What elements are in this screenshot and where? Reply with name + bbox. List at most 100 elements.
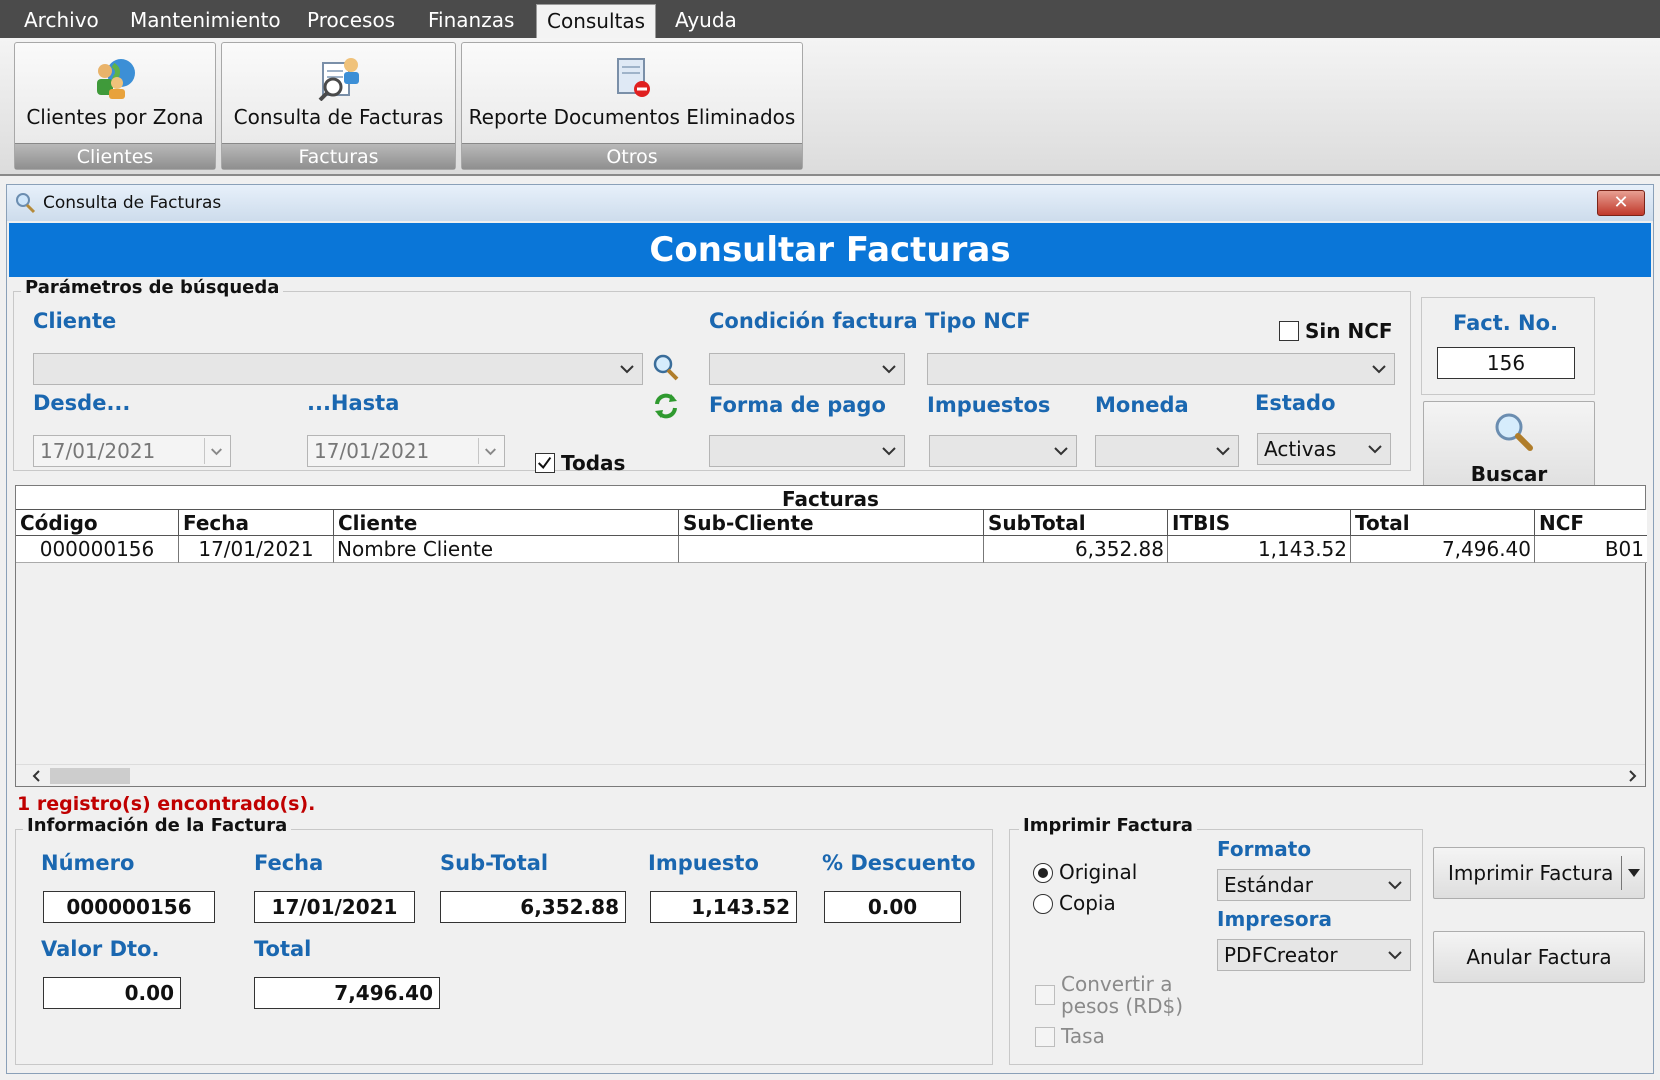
convertir-pesos-checkbox[interactable]: [1035, 985, 1055, 1005]
tipo-ncf-combo[interactable]: [927, 353, 1395, 385]
impuestos-combo[interactable]: [929, 435, 1077, 467]
ribbon-group-caption: Facturas: [222, 143, 455, 169]
scroll-right-icon[interactable]: [1623, 767, 1641, 785]
column-header-codigo[interactable]: Código: [16, 510, 179, 536]
menu-ayuda[interactable]: Ayuda: [675, 0, 737, 38]
forma-de-pago-combo[interactable]: [709, 435, 905, 467]
desde-date-picker[interactable]: 17/01/2021: [33, 435, 231, 467]
desde-value: 17/01/2021: [40, 439, 156, 463]
original-radio[interactable]: [1033, 863, 1053, 883]
impuesto-label: Impuesto: [648, 851, 759, 875]
reporte-documentos-eliminados-label: Reporte Documentos Eliminados: [468, 105, 796, 129]
radio-selected-dot: [1038, 868, 1048, 878]
hasta-date-picker[interactable]: 17/01/2021: [307, 435, 505, 467]
table-row-cell-sub-cliente[interactable]: [679, 536, 984, 563]
consulta-de-facturas-button[interactable]: Consulta de Facturas: [222, 43, 455, 143]
sub-total-field[interactable]: 6,352.88: [440, 891, 626, 923]
menu-finanzas[interactable]: Finanzas: [428, 0, 514, 38]
numero-label: Número: [41, 851, 135, 875]
anular-factura-button[interactable]: Anular Factura: [1433, 931, 1645, 983]
magnifier-icon: [16, 193, 36, 214]
invoice-search-icon: [318, 58, 359, 101]
impresora-value: PDFCreator: [1224, 943, 1338, 967]
table-row-cell-subtotal[interactable]: 6,352.88: [984, 536, 1168, 563]
estado-combo[interactable]: Activas: [1257, 433, 1391, 465]
impresora-combo[interactable]: PDFCreator: [1217, 939, 1411, 971]
fecha-label: Fecha: [254, 851, 324, 875]
dropdown-arrow-icon[interactable]: [1626, 866, 1642, 880]
menu-consultas[interactable]: Consultas: [536, 4, 657, 38]
ribbon-group-caption: Clientes: [15, 143, 215, 169]
tasa-checkbox[interactable]: [1035, 1027, 1055, 1047]
checkmark-icon: [537, 457, 552, 470]
tipo-ncf-label: Tipo NCF: [925, 309, 1031, 333]
estado-value: Activas: [1264, 437, 1337, 461]
numero-field[interactable]: 000000156: [43, 891, 215, 923]
table-row-cell-fecha[interactable]: 17/01/2021: [179, 536, 334, 563]
convertir-line1: Convertir a: [1061, 972, 1173, 996]
descuento-label: % Descuento: [822, 851, 976, 875]
column-header-ncf[interactable]: NCF: [1535, 510, 1647, 536]
hasta-label: ...Hasta: [307, 391, 400, 415]
cliente-combo[interactable]: [33, 353, 643, 385]
imprimir-factura-button[interactable]: Imprimir Factura: [1433, 847, 1645, 899]
convertir-line2: pesos (RD$): [1061, 994, 1184, 1018]
clientes-por-zona-label: Clientes por Zona: [26, 105, 204, 129]
clientes-por-zona-button[interactable]: Clientes por Zona: [15, 43, 215, 143]
table-row-cell-total[interactable]: 7,496.40: [1351, 536, 1535, 563]
copia-radio[interactable]: [1033, 894, 1053, 914]
table-row-cell-ncf[interactable]: B01: [1535, 536, 1647, 563]
records-found-text: 1 registro(s) encontrado(s).: [17, 793, 316, 815]
impuesto-field[interactable]: 1,143.52: [650, 891, 797, 923]
ribbon-group-clientes: Clientes por Zona Clientes: [14, 42, 216, 170]
column-header-cliente[interactable]: Cliente: [334, 510, 679, 536]
valor-dto-label: Valor Dto.: [41, 937, 160, 961]
consulta-facturas-window: Consulta de Facturas ✕ Consultar Factura…: [6, 184, 1654, 1074]
menu-mantenimiento[interactable]: Mantenimiento: [130, 0, 281, 38]
column-header-sub-cliente[interactable]: Sub-Cliente: [679, 510, 984, 536]
chevron-down-icon: [620, 365, 634, 374]
table-row-cell-itbis[interactable]: 1,143.52: [1168, 536, 1351, 563]
sin-ncf-checkbox[interactable]: [1279, 321, 1299, 341]
moneda-combo[interactable]: [1095, 435, 1239, 467]
table-row-cell-codigo[interactable]: 000000156: [16, 536, 179, 563]
column-header-itbis[interactable]: ITBIS: [1168, 510, 1351, 536]
scroll-left-icon[interactable]: [28, 767, 46, 785]
total-label: Total: [254, 937, 312, 961]
reporte-documentos-eliminados-button[interactable]: Reporte Documentos Eliminados: [462, 43, 802, 143]
calendar-dropdown-icon: [204, 438, 222, 464]
total-field[interactable]: 7,496.40: [254, 977, 440, 1009]
menu-procesos[interactable]: Procesos: [307, 0, 395, 38]
chevron-down-icon: [1216, 447, 1230, 456]
copia-label: Copia: [1059, 891, 1116, 915]
impuestos-label: Impuestos: [927, 393, 1051, 417]
scrollbar-thumb[interactable]: [50, 768, 130, 784]
horizontal-scrollbar[interactable]: [16, 764, 1645, 786]
formato-combo[interactable]: Estándar: [1217, 869, 1411, 901]
window-titlebar: Consulta de Facturas ✕: [7, 185, 1653, 221]
menu-archivo[interactable]: Archivo: [24, 0, 99, 38]
moneda-label: Moneda: [1095, 393, 1189, 417]
convertir-pesos-label: Convertir a pesos (RD$): [1061, 973, 1183, 1017]
formato-value: Estándar: [1224, 873, 1314, 897]
refresh-icon[interactable]: [651, 391, 681, 421]
forma-de-pago-label: Forma de pago: [709, 393, 886, 417]
column-header-total[interactable]: Total: [1351, 510, 1535, 536]
search-client-icon[interactable]: [651, 353, 681, 383]
column-header-fecha[interactable]: Fecha: [179, 510, 334, 536]
descuento-field[interactable]: 0.00: [824, 891, 961, 923]
desde-label: Desde...: [33, 391, 131, 415]
estado-label: Estado: [1255, 391, 1336, 415]
search-params-legend: Parámetros de búsqueda: [21, 277, 284, 298]
condicion-factura-combo[interactable]: [709, 353, 905, 385]
fact-no-input[interactable]: 156: [1437, 347, 1575, 379]
window-close-button[interactable]: ✕: [1597, 190, 1645, 216]
table-row-cell-cliente[interactable]: Nombre Cliente: [334, 536, 679, 563]
chevron-down-icon: [1388, 951, 1402, 960]
fecha-field[interactable]: 17/01/2021: [254, 891, 415, 923]
column-header-subtotal[interactable]: SubTotal: [984, 510, 1168, 536]
condicion-factura-label: Condición factura: [709, 309, 918, 333]
ribbon-group-caption: Otros: [462, 143, 802, 169]
valor-dto-field[interactable]: 0.00: [43, 977, 181, 1009]
todas-checkbox[interactable]: [535, 453, 555, 473]
